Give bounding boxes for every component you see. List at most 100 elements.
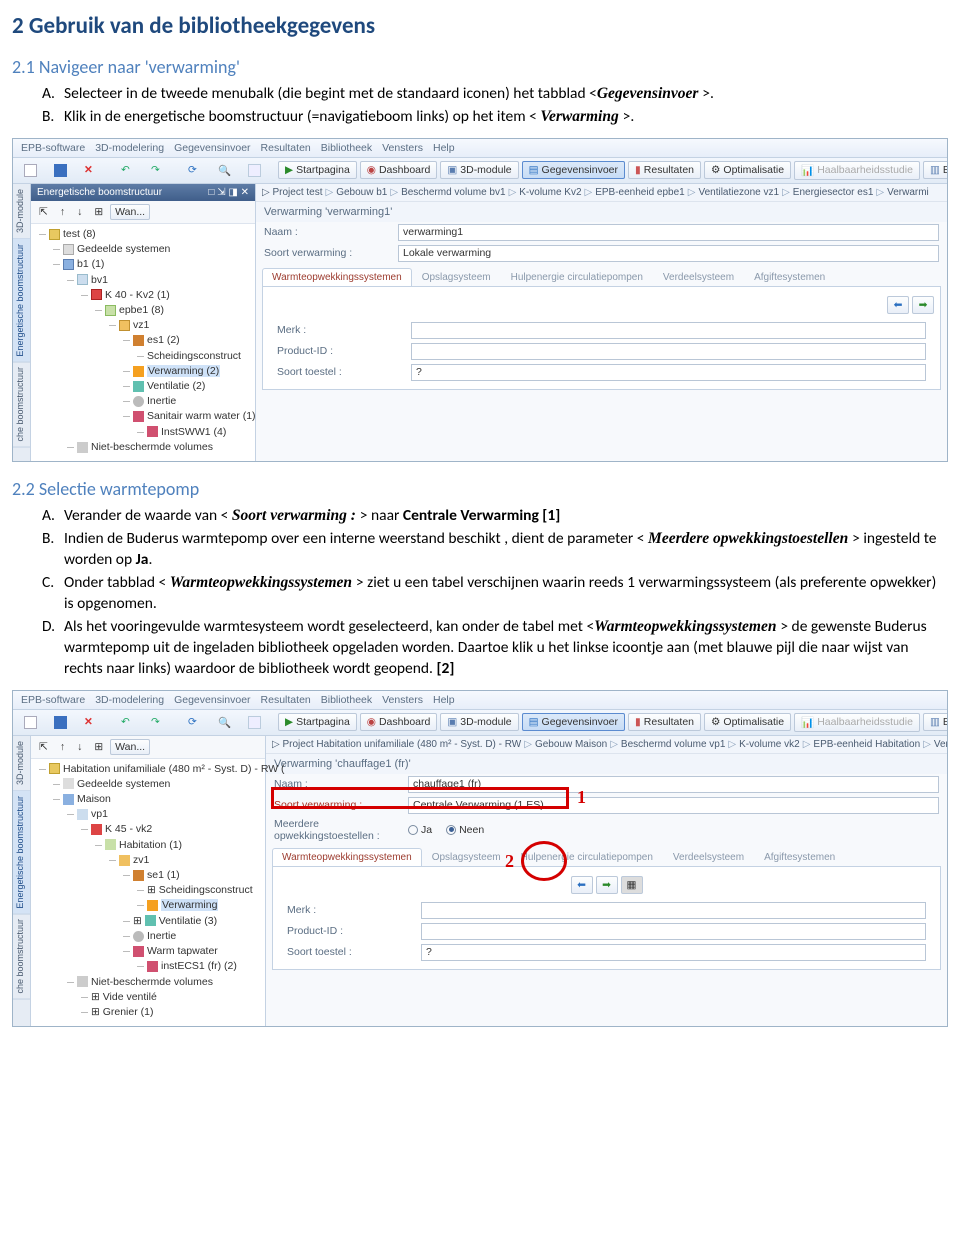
soort-field[interactable]: Centrale Verwarming (1 ES) (408, 797, 939, 814)
new-icon[interactable] (17, 161, 44, 180)
tab-verdeel[interactable]: Verdeelsysteem (653, 268, 744, 286)
undo-icon[interactable]: ↶ (114, 713, 141, 732)
radio-neen[interactable]: Neen (446, 824, 484, 836)
menu-item[interactable]: Gegevensinvoer (174, 142, 250, 154)
menu-item[interactable]: Bibliotheek (321, 142, 372, 154)
startpagina-button[interactable]: ▶Startpagina (278, 161, 357, 179)
annotation-num-2: 2 (505, 851, 514, 872)
side-tab-3d[interactable]: 3D-module (13, 184, 30, 239)
list-2-1: Selecteer in de tweede menubalk (die beg… (12, 84, 948, 128)
tab-afgifte[interactable]: Afgiftesystemen (754, 848, 845, 866)
naam-field[interactable]: verwarming1 (398, 224, 939, 241)
menu-item[interactable]: EPB-software (21, 142, 85, 154)
tab-verdeel[interactable]: Verdeelsysteem (663, 848, 754, 866)
save-icon[interactable] (47, 713, 74, 732)
tab-opslag[interactable]: Opslagsysteem (422, 848, 511, 866)
side-tab-energetische[interactable]: Energetische boomstructuur (13, 239, 30, 363)
dashboard-button[interactable]: ◉Dashboard (360, 161, 438, 179)
product-field[interactable] (411, 343, 926, 360)
menu-item[interactable]: Resultaten (261, 142, 311, 154)
heading-2-1: 2.1 Navigeer naar 'verwarming' (12, 56, 948, 78)
haalbaarheid-button[interactable]: 📊Haalbaarheidsstudie (794, 161, 920, 180)
bibliotheek-button[interactable]: ▥Bibliotheek (923, 713, 947, 731)
product-label: Product-ID : (287, 925, 417, 937)
down-icon[interactable]: ↓ (72, 204, 87, 220)
menu-item[interactable]: Vensters (382, 694, 423, 706)
wan-button[interactable]: Wan... (110, 204, 150, 220)
up-icon[interactable]: ↑ (55, 739, 70, 755)
optimalisatie-button[interactable]: ⚙Optimalisatie (704, 161, 791, 179)
search-icon[interactable]: 🔍 (211, 713, 238, 732)
side-tab-energetische[interactable]: Energetische boomstructuur (13, 791, 30, 915)
3d-module-button[interactable]: ▣3D-module (440, 161, 518, 179)
side-tab-3d[interactable]: 3D-module (13, 736, 30, 791)
haalbaarheid-button[interactable]: 📊Haalbaarheidsstudie (794, 713, 920, 732)
info-icon[interactable] (241, 713, 268, 732)
import-lib-icon[interactable]: ⬅ (571, 876, 593, 894)
menu-item[interactable]: Bibliotheek (321, 694, 372, 706)
undo-icon[interactable]: ↶ (114, 161, 141, 180)
tab-opslag[interactable]: Opslagsysteem (412, 268, 501, 286)
gegevensinvoer-button[interactable]: ▤Gegevensinvoer (522, 161, 625, 179)
menu-item[interactable]: Help (433, 694, 455, 706)
3d-module-button[interactable]: ▣3D-module (440, 713, 518, 731)
delete-icon[interactable]: ✕ (77, 713, 104, 732)
tab-hulpenergie[interactable]: Hulpenergie circulatiepompen (511, 848, 663, 866)
merk-field[interactable] (421, 902, 926, 919)
soort-toestel-field[interactable]: ? (421, 944, 926, 961)
wan-button[interactable]: Wan... (110, 739, 150, 755)
collapse-icon[interactable]: ⇱ (34, 739, 53, 755)
refresh-icon[interactable]: ⟳ (181, 161, 208, 180)
redo-icon[interactable]: ↷ (144, 713, 171, 732)
info-icon[interactable] (241, 161, 268, 180)
sub-tabs: Warmteopwekkingssystemen Opslagsysteem H… (272, 848, 941, 867)
bibliotheek-button[interactable]: ▥Bibliotheek (923, 161, 947, 179)
heading-2: 2 Gebruik van de bibliotheekgegevens (12, 12, 948, 40)
merk-field[interactable] (411, 322, 926, 339)
tab-warmteopwekking[interactable]: Warmteopwekkingssystemen (262, 268, 412, 286)
product-field[interactable] (421, 923, 926, 940)
radio-ja[interactable]: Ja (408, 824, 432, 836)
resultaten-button[interactable]: ▮Resultaten (628, 713, 701, 731)
tab-afgifte[interactable]: Afgiftesystemen (744, 268, 835, 286)
search-icon[interactable]: 🔍 (211, 161, 238, 180)
gegevensinvoer-button[interactable]: ▤Gegevensinvoer (522, 713, 625, 731)
import-lib-icon[interactable]: ⬅ (887, 296, 909, 314)
nav-tree[interactable]: test (8) Gedeelde systemen b1 (1) bv1 K … (31, 224, 255, 461)
menu-item[interactable]: 3D-modelering (95, 142, 164, 154)
export-lib-icon[interactable]: ➡ (596, 876, 618, 894)
menu-item[interactable]: Vensters (382, 142, 423, 154)
naam-field[interactable]: chauffage1 (fr) (408, 776, 939, 793)
tab-hulpenergie[interactable]: Hulpenergie circulatiepompen (501, 268, 653, 286)
tab-warmteopwekking[interactable]: Warmteopwekkingssystemen (272, 848, 422, 866)
menu-item[interactable]: Resultaten (261, 694, 311, 706)
collapse-icon[interactable]: ⇱ (34, 204, 53, 220)
soort-field[interactable]: Lokale verwarming (398, 245, 939, 262)
side-tab-che[interactable]: che boomstructuur (13, 914, 30, 1000)
down-icon[interactable]: ↓ (72, 739, 87, 755)
new-icon[interactable] (17, 713, 44, 732)
save-icon[interactable] (47, 161, 74, 180)
up-icon[interactable]: ↑ (55, 204, 70, 220)
optimalisatie-button[interactable]: ⚙Optimalisatie (704, 713, 791, 731)
list-2-2: Verander de waarde van < Soort verwarmin… (12, 506, 948, 679)
delete-icon[interactable]: ✕ (77, 161, 104, 180)
menu-item[interactable]: Help (433, 142, 455, 154)
menu-item[interactable]: 3D-modelering (95, 694, 164, 706)
resultaten-button[interactable]: ▮Resultaten (628, 161, 701, 179)
menu-item[interactable]: Gegevensinvoer (174, 694, 250, 706)
sub-tabs: Warmteopwekkingssystemen Opslagsysteem H… (262, 268, 941, 287)
menu-item[interactable]: EPB-software (21, 694, 85, 706)
menubar: EPB-software 3D-modelering Gegevensinvoe… (13, 691, 947, 710)
toggle-icon[interactable]: ⊞ (89, 204, 108, 220)
export-lib-icon[interactable]: ➡ (912, 296, 934, 314)
grid-icon[interactable]: ▦ (621, 876, 643, 894)
soort-toestel-field[interactable]: ? (411, 364, 926, 381)
startpagina-button[interactable]: ▶Startpagina (278, 713, 357, 731)
side-tab-che[interactable]: che boomstructuur (13, 362, 30, 448)
refresh-icon[interactable]: ⟳ (181, 713, 208, 732)
nav-tree[interactable]: Habitation unifamiliale (480 m² - Syst. … (31, 759, 265, 1027)
toggle-icon[interactable]: ⊞ (89, 739, 108, 755)
redo-icon[interactable]: ↷ (144, 161, 171, 180)
dashboard-button[interactable]: ◉Dashboard (360, 713, 438, 731)
